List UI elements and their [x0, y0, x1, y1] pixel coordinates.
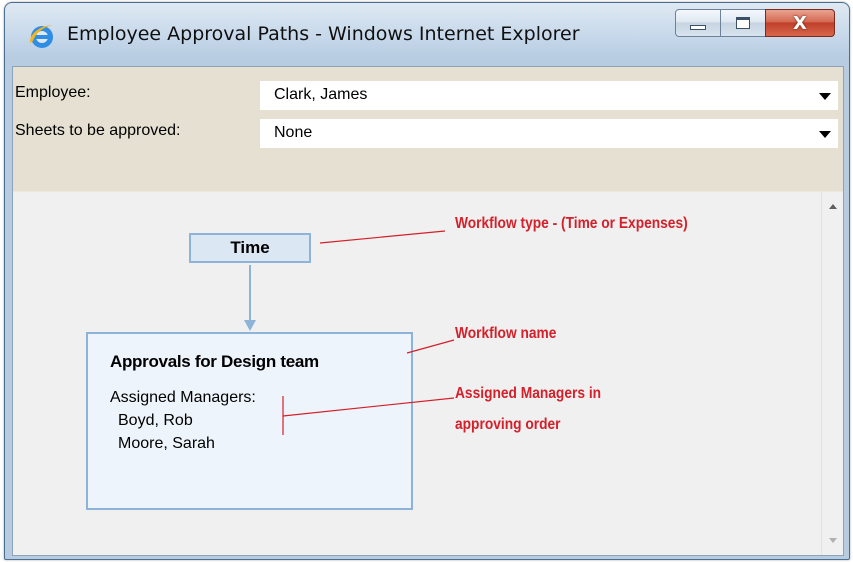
approval-diagram: Time Approvals for Design team Assigned … [13, 192, 821, 555]
annotation-leader-line [319, 230, 446, 244]
minimize-button[interactable] [675, 9, 721, 37]
close-button[interactable]: X [765, 9, 835, 37]
workflow-name-annotation: Workflow name [455, 325, 557, 342]
internet-explorer-icon [29, 25, 54, 48]
window-title: Employee Approval Paths - Windows Intern… [67, 23, 580, 45]
page-content: Employee: Clark, James Sheets to be appr… [12, 66, 844, 556]
chevron-down-icon[interactable] [819, 93, 831, 100]
employee-select-value: Clark, James [274, 86, 368, 103]
window-controls: X [665, 9, 842, 45]
employee-label: Employee: [15, 84, 91, 101]
minimize-icon [690, 24, 706, 30]
maximize-button[interactable] [720, 9, 766, 37]
scroll-up-icon[interactable] [829, 204, 837, 209]
annotation-leader-line [406, 339, 455, 354]
diagram-connectors [244, 230, 455, 435]
connector-arrowhead [244, 320, 256, 331]
workflow-type-annotation: Workflow type - (Time or Expenses) [455, 215, 688, 232]
browser-window: Employee Approval Paths - Windows Intern… [4, 2, 850, 560]
managers-annotation-line1: Assigned Managers in [455, 385, 602, 402]
sheets-select[interactable]: None [260, 119, 838, 148]
title-bar[interactable]: Employee Approval Paths - Windows Intern… [5, 3, 849, 67]
annotation-leader-line [282, 397, 455, 417]
scroll-down-icon[interactable] [829, 538, 837, 543]
close-icon: X [793, 12, 807, 34]
managers-annotation-line2: approving order [455, 416, 561, 433]
filter-form: Employee: Clark, James Sheets to be appr… [13, 67, 843, 191]
maximize-icon [736, 17, 750, 29]
vertical-scrollbar[interactable] [821, 192, 843, 555]
sheets-label: Sheets to be approved: [15, 122, 181, 139]
employee-select[interactable]: Clark, James [260, 81, 838, 110]
chevron-down-icon[interactable] [819, 131, 831, 138]
sheets-select-value: None [274, 124, 313, 141]
